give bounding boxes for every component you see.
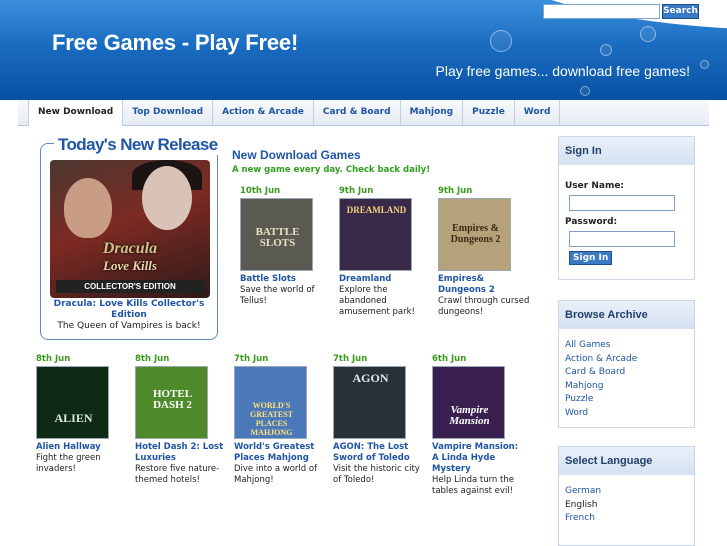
- game-card: 8th Jun HOTEL DASH 2 Hotel Dash 2: Lost …: [135, 354, 227, 486]
- game-date: 9th Jun: [339, 186, 374, 196]
- thumbnail-logo: BATTLE SLOTS: [255, 226, 300, 249]
- game-title[interactable]: AGON: The Lost Sword of Toledo: [333, 442, 425, 464]
- character-face: [64, 178, 112, 238]
- todays-release-heading: Today's New Release: [54, 135, 222, 155]
- game-card: 7th Jun AGON AGON: The Lost Sword of Tol…: [333, 354, 425, 486]
- game-title[interactable]: Vampire Mansion: A Linda Hyde Mystery: [432, 442, 524, 475]
- character-face: [142, 166, 192, 230]
- game-title[interactable]: Alien Hallway: [36, 442, 128, 453]
- archive-link-card-board[interactable]: Card & Board: [565, 366, 694, 380]
- game-thumbnail[interactable]: AGON: [333, 366, 406, 439]
- language-option-german[interactable]: German: [565, 485, 694, 499]
- thumbnail-logo: WORLD'S GREATEST PLACES MAHJONG: [250, 401, 293, 437]
- game-thumbnail[interactable]: HOTEL DASH 2: [135, 366, 208, 439]
- tab-top-download[interactable]: Top Download: [123, 100, 214, 125]
- search-button[interactable]: Search: [662, 4, 699, 19]
- game-title[interactable]: Empires& Dungeons 2: [438, 274, 530, 296]
- game-date: 8th Jun: [135, 354, 170, 364]
- game-thumbnail[interactable]: Empires & Dungeons 2: [438, 198, 511, 271]
- thumbnail-logo: Vampire Mansion: [449, 404, 490, 427]
- language-title: Select Language: [559, 447, 694, 475]
- art-logo-line: Dracula: [102, 240, 158, 257]
- game-description: Explore the abandoned amusement park!: [339, 285, 415, 317]
- tab-new-download[interactable]: New Download: [28, 100, 124, 126]
- thumbnail-logo: AGON: [352, 371, 389, 385]
- game-thumbnail[interactable]: BATTLE SLOTS: [240, 198, 313, 271]
- game-description: Dive into a world of Mahjong!: [234, 464, 318, 485]
- language-option-english: English: [565, 499, 598, 510]
- archive-link-action-arcade[interactable]: Action & Arcade: [565, 353, 694, 367]
- thumbnail-logo: HOTEL DASH 2: [152, 388, 193, 411]
- game-title[interactable]: Dreamland: [339, 274, 431, 285]
- game-card: 9th Jun DREAMLAND Dreamland Explore the …: [339, 186, 431, 318]
- game-description: Fight the green invaders!: [36, 453, 101, 474]
- featured-game-description: The Queen of Vampires is back!: [57, 321, 201, 331]
- archive-link-word[interactable]: Word: [565, 407, 694, 421]
- game-description: Help Linda turn the tables against evil!: [432, 475, 514, 496]
- collectors-edition-badge: COLLECTOR'S EDITION: [56, 280, 204, 293]
- game-card: 7th Jun WORLD'S GREATEST PLACES MAHJONG …: [234, 354, 326, 486]
- tab-puzzle[interactable]: Puzzle: [463, 100, 515, 125]
- archive-link-puzzle[interactable]: Puzzle: [565, 393, 694, 407]
- bubble-decoration: [640, 26, 656, 42]
- thumbnail-logo: Empires & Dungeons 2: [450, 223, 501, 245]
- game-description: Visit the historic city of Toledo!: [333, 464, 420, 485]
- section-title: New Download Games: [232, 148, 361, 162]
- username-field[interactable]: [569, 195, 675, 211]
- thumbnail-logo: ALIEN: [54, 411, 93, 425]
- game-thumbnail[interactable]: Vampire Mansion: [432, 366, 505, 439]
- game-card: 9th Jun Empires & Dungeons 2 Empires& Du…: [438, 186, 530, 318]
- game-card: 8th Jun ALIEN Alien Hallway Fight the gr…: [36, 354, 128, 475]
- game-description: Save the world of Tellus!: [240, 285, 315, 306]
- username-label: User Name:: [565, 181, 625, 191]
- tab-mahjong[interactable]: Mahjong: [401, 100, 464, 125]
- signin-button[interactable]: Sign In: [569, 251, 613, 265]
- site-title[interactable]: Free Games - Play Free!: [52, 30, 298, 56]
- game-date: 7th Jun: [333, 354, 368, 364]
- archive-link-all-games[interactable]: All Games: [565, 339, 694, 353]
- main-nav: New Download Top Download Action & Arcad…: [18, 100, 709, 126]
- signin-panel: Sign In User Name: Password: Sign In: [558, 136, 695, 280]
- game-date: 10th Jun: [240, 186, 281, 196]
- game-card: 6th Jun Vampire Mansion Vampire Mansion:…: [432, 354, 524, 497]
- game-title[interactable]: World's Greatest Places Mahjong: [234, 442, 326, 464]
- bubble-decoration: [700, 60, 709, 69]
- tab-card-board[interactable]: Card & Board: [314, 100, 401, 125]
- featured-game-title[interactable]: Dracula: Love Kills Collector's Edition: [46, 299, 212, 321]
- game-title[interactable]: Hotel Dash 2: Lost Luxuries: [135, 442, 227, 464]
- game-description: Restore five nature-themed hotels!: [135, 464, 220, 485]
- game-thumbnail[interactable]: DREAMLAND: [339, 198, 412, 271]
- game-title[interactable]: Battle Slots: [240, 274, 332, 285]
- bubble-decoration: [600, 44, 612, 56]
- language-option-french[interactable]: French: [565, 512, 694, 526]
- tab-action-arcade[interactable]: Action & Arcade: [213, 100, 314, 125]
- game-thumbnail[interactable]: ALIEN: [36, 366, 109, 439]
- bubble-decoration: [580, 86, 590, 96]
- game-description: Crawl through cursed dungeons!: [438, 296, 530, 317]
- art-logo-line: Love Kills: [103, 258, 157, 273]
- tab-word[interactable]: Word: [515, 100, 561, 125]
- game-date: 9th Jun: [438, 186, 473, 196]
- game-thumbnail[interactable]: WORLD'S GREATEST PLACES MAHJONG: [234, 366, 307, 439]
- language-panel: Select Language German English French: [558, 446, 695, 546]
- archive-link-mahjong[interactable]: Mahjong: [565, 380, 694, 394]
- bubble-decoration: [490, 30, 512, 52]
- thumbnail-logo: DREAMLAND: [346, 205, 407, 215]
- game-date: 7th Jun: [234, 354, 269, 364]
- archive-title: Browse Archive: [559, 301, 694, 329]
- search-input[interactable]: [543, 4, 660, 19]
- site-tagline: Play free games... download free games!: [435, 63, 690, 79]
- section-subtitle: A new game every day. Check back daily!: [232, 165, 431, 175]
- game-date: 6th Jun: [432, 354, 467, 364]
- game-date: 8th Jun: [36, 354, 71, 364]
- browse-archive-panel: Browse Archive All Games Action & Arcade…: [558, 300, 695, 428]
- password-label: Password:: [565, 217, 618, 227]
- featured-game-image[interactable]: Dracula Love Kills COLLECTOR'S EDITION: [50, 160, 210, 298]
- game-card: 10th Jun BATTLE SLOTS Battle Slots Save …: [240, 186, 332, 307]
- signin-title: Sign In: [559, 137, 694, 165]
- password-field[interactable]: [569, 231, 675, 247]
